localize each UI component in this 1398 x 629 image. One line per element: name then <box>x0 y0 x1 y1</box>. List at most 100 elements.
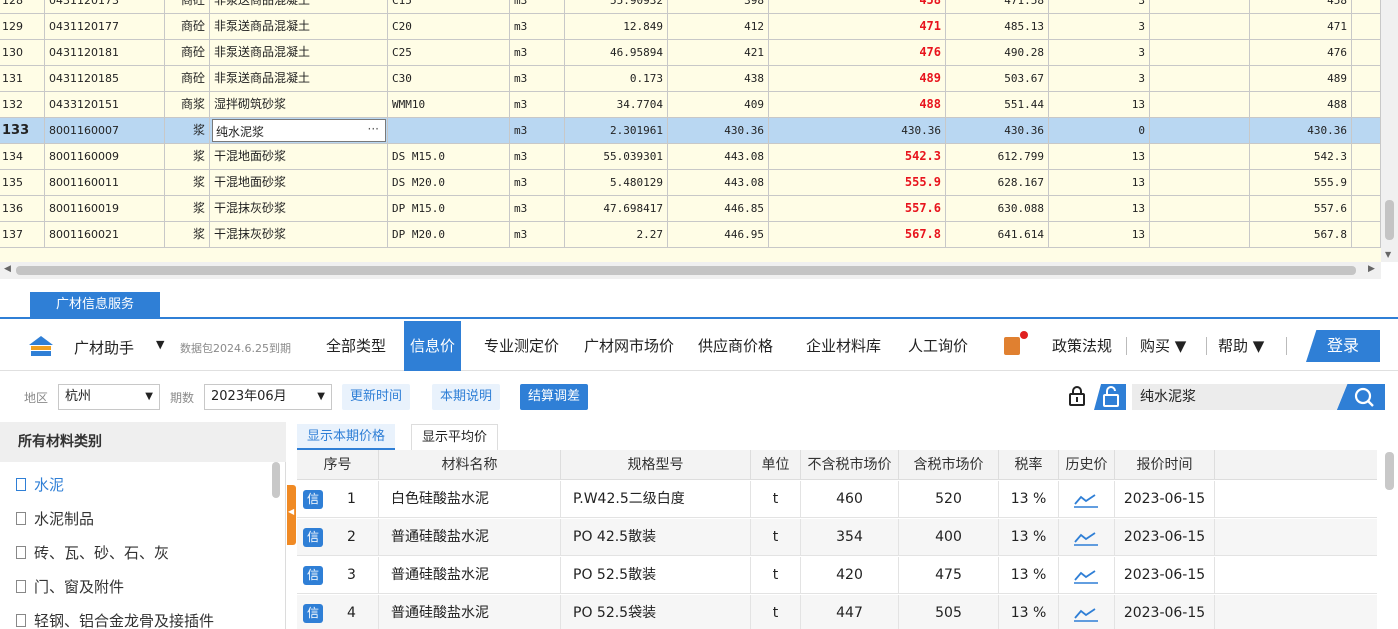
tax-rate: 3 <box>1049 40 1150 66</box>
tab-all-types[interactable]: 全部类型 <box>320 321 392 371</box>
price-row[interactable]: 信 2 普通硅酸盐水泥 PO 42.5散装 t 354 400 13 % 202… <box>297 519 1377 556</box>
col-header-name[interactable]: 材料名称 <box>379 450 561 480</box>
grid-row[interactable]: 134 8001160009 浆 干混地面砂浆 DS M15.0 m3 55.0… <box>0 144 1381 170</box>
tab-average-price[interactable]: 显示平均价 <box>411 424 499 450</box>
tab-professional-price[interactable]: 专业测定价 <box>478 321 565 371</box>
col-header-history[interactable]: 历史价 <box>1059 450 1115 480</box>
line-chart-icon[interactable] <box>1073 606 1099 622</box>
login-button[interactable]: 登录 <box>1306 330 1380 362</box>
empty-cell <box>1150 40 1250 66</box>
tab-info-price[interactable]: 信息价 <box>404 321 462 371</box>
market-price[interactable]: 458 <box>769 0 946 14</box>
history-cell[interactable] <box>1059 519 1115 556</box>
tax-rate: 13 % <box>999 557 1059 594</box>
grid-vertical-scrollbar[interactable]: ▼ <box>1381 0 1398 262</box>
col-header-price-ex-tax[interactable]: 不含税市场价 <box>801 450 899 480</box>
market-price[interactable]: 489 <box>769 66 946 92</box>
material-quantity: 5.480129 <box>565 170 668 196</box>
unlock-icon[interactable] <box>1094 384 1126 410</box>
grid-row[interactable]: 136 8001160019 浆 干混抹灰砂浆 DP M15.0 m3 47.6… <box>0 196 1381 222</box>
ellipsis-button[interactable]: ··· <box>368 122 379 136</box>
tab-market-price[interactable]: 广材网市场价 <box>578 321 680 371</box>
category-item-light-steel-keel[interactable]: 轻钢、铝合金龙骨及接插件 <box>16 610 214 629</box>
material-spec: DS M20.0 <box>388 170 510 196</box>
final-price: 567.8 <box>1250 222 1352 248</box>
tax-rate: 13 <box>1049 92 1150 118</box>
grid-row[interactable]: 132 0433120151 商浆 湿拌砌筑砂浆 WMM10 m3 34.770… <box>0 92 1381 118</box>
line-chart-icon[interactable] <box>1073 492 1099 508</box>
scroll-right-icon[interactable]: ▶ <box>1368 264 1375 274</box>
material-type: 商砼 <box>165 66 210 92</box>
category-scrollbar[interactable] <box>272 462 280 498</box>
col-header-tax-rate[interactable]: 税率 <box>999 450 1059 480</box>
grid-row[interactable]: 129 0431120177 商砼 非泵送商品混凝土 C20 m3 12.849… <box>0 14 1381 40</box>
market-price[interactable]: 430.36 <box>769 118 946 144</box>
market-price[interactable]: 471 <box>769 14 946 40</box>
category-item-cement[interactable]: 水泥 <box>16 474 64 495</box>
tab-enterprise-library[interactable]: 企业材料库 <box>800 321 887 371</box>
material-code: 8001160007 <box>45 118 165 144</box>
market-price[interactable]: 488 <box>769 92 946 118</box>
search-input[interactable]: 纯水泥浆 <box>1132 384 1352 410</box>
line-chart-icon[interactable] <box>1073 530 1099 546</box>
chevron-down-icon[interactable]: ▼ <box>156 338 164 351</box>
category-item-cement-products[interactable]: 水泥制品 <box>16 508 94 529</box>
grid-row[interactable]: 131 0431120185 商砼 非泵送商品混凝土 C30 m3 0.173 … <box>0 66 1381 92</box>
market-price[interactable]: 567.8 <box>769 222 946 248</box>
tab-policy[interactable]: 政策法规 <box>1014 321 1118 371</box>
history-cell[interactable] <box>1059 595 1115 629</box>
history-cell[interactable] <box>1059 557 1115 594</box>
period-select[interactable]: 2023年06月 ▼ <box>204 384 332 410</box>
scroll-down-icon[interactable]: ▼ <box>1385 250 1391 259</box>
tab-supplier-price[interactable]: 供应商价格 <box>692 321 779 371</box>
market-price[interactable]: 542.3 <box>769 144 946 170</box>
empty-cell <box>1352 40 1381 66</box>
col-header-spec[interactable]: 规格型号 <box>561 450 751 480</box>
scroll-left-icon[interactable]: ◀ <box>4 264 11 274</box>
market-price[interactable]: 555.9 <box>769 170 946 196</box>
price-row[interactable]: 信 1 白色硅酸盐水泥 P.W42.5二级白度 t 460 520 13 % 2… <box>297 481 1377 518</box>
price-ex-tax: 460 <box>801 481 899 518</box>
price-row[interactable]: 信 3 普通硅酸盐水泥 PO 52.5散装 t 420 475 13 % 202… <box>297 557 1377 594</box>
material-spec: C20 <box>388 14 510 40</box>
line-chart-icon[interactable] <box>1073 568 1099 584</box>
tab-guangcai-info-service[interactable]: 广材信息服务 <box>30 292 160 318</box>
grid-row-selected[interactable]: 133 8001160007 浆 m3 2.301961 430.36 430.… <box>0 118 1381 144</box>
grid-row[interactable]: 135 8001160011 浆 干混地面砂浆 DS M20.0 m3 5.48… <box>0 170 1381 196</box>
settlement-adjust-button[interactable]: 结算调差 <box>520 384 589 410</box>
market-price[interactable]: 476 <box>769 40 946 66</box>
tab-labor-inquiry[interactable]: 人工询价 <box>902 321 974 371</box>
scrollbar-thumb[interactable] <box>16 266 1356 275</box>
help-menu[interactable]: 帮助 ▼ <box>1218 335 1264 356</box>
chevron-down-icon[interactable]: ▼ <box>317 385 325 409</box>
price-table-scrollbar[interactable] <box>1385 452 1394 490</box>
category-item-doors-windows[interactable]: 门、窗及附件 <box>16 576 124 597</box>
grid-horizontal-scrollbar[interactable]: ◀ ▶ <box>0 262 1381 279</box>
lock-icon[interactable] <box>1068 386 1086 406</box>
panel-collapse-handle[interactable]: ◀ <box>287 485 296 545</box>
col-header-no[interactable]: 序号 <box>297 450 379 480</box>
market-price[interactable]: 557.6 <box>769 196 946 222</box>
col-header-unit[interactable]: 单位 <box>751 450 801 480</box>
region-select[interactable]: 杭州 ▼ <box>58 384 160 410</box>
grid-row[interactable]: 137 8001160021 浆 干混抹灰砂浆 DP M20.0 m3 2.27… <box>0 222 1381 248</box>
document-icon <box>16 580 26 593</box>
price-row[interactable]: 信 4 普通硅酸盐水泥 PO 52.5袋装 t 447 505 13 % 202… <box>297 595 1377 629</box>
grid-row[interactable]: 130 0431120181 商砼 非泵送商品混凝土 C25 m3 46.958… <box>0 40 1381 66</box>
update-time-button[interactable]: 更新时间 <box>342 384 411 410</box>
history-cell[interactable] <box>1059 481 1115 518</box>
material-name: 干混地面砂浆 <box>210 144 388 170</box>
chevron-down-icon[interactable]: ▼ <box>145 385 153 409</box>
tab-current-price[interactable]: 显示本期价格 <box>297 424 396 450</box>
grid-row[interactable]: 128 0431120173 商砼 非泵送商品混凝土 C15 m3 55.909… <box>0 0 1381 14</box>
col-header-price-inc-tax[interactable]: 含税市场价 <box>899 450 999 480</box>
category-item-brick-tile-sand[interactable]: 砖、瓦、砂、石、灰 <box>16 542 169 563</box>
guangcai-helper-menu[interactable]: 广材助手 <box>74 337 134 358</box>
material-name-editor[interactable]: 纯水泥浆 ··· <box>212 119 386 142</box>
col-header-quote-time[interactable]: 报价时间 <box>1115 450 1215 480</box>
budget-price: 446.95 <box>668 222 769 248</box>
period-description-button[interactable]: 本期说明 <box>432 384 501 410</box>
row-number: 137 <box>0 222 45 248</box>
scrollbar-thumb[interactable] <box>1385 200 1394 240</box>
buy-menu[interactable]: 购买 ▼ <box>1140 335 1186 356</box>
